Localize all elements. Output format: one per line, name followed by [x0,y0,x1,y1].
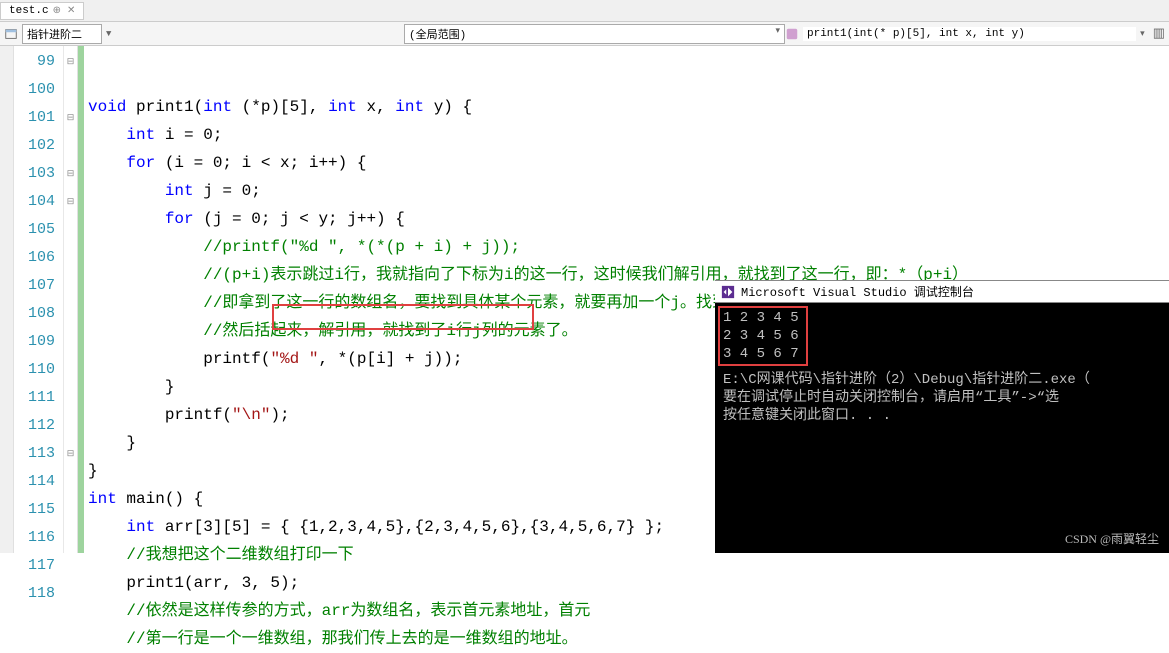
fold-toggle [64,328,77,356]
line-number: 106 [14,244,63,272]
line-number: 117 [14,552,63,580]
line-number: 108 [14,300,63,328]
code-line[interactable]: void print1(int (*p)[5], int x, int y) { [88,93,1169,121]
project-dropdown[interactable]: 指针进阶二 [22,24,102,44]
code-line[interactable]: //第一行是一个一维数组，那我们传上去的是一维数组的地址。 [88,625,1169,653]
line-number: 114 [14,468,63,496]
fold-toggle [64,412,77,440]
line-number: 112 [14,412,63,440]
line-number: 102 [14,132,63,160]
fold-toggle [64,524,77,552]
fold-toggle [64,272,77,300]
toolbar-right: print1(int(* p)[5], int x, int y) ▾ ▥ [785,26,1165,41]
code-line[interactable]: int j = 0; [88,177,1169,205]
fold-toggle [64,244,77,272]
console-hint1: 要在调试停止时自动关闭控制台，请启用“工具”->“选 [723,389,1161,407]
line-number: 107 [14,272,63,300]
margin-strip [0,46,14,553]
fold-toggle[interactable]: ⊟ [64,440,77,468]
console-hint2: 按任意键关闭此窗口. . . [723,407,1161,425]
line-number: 99 [14,48,63,76]
scope-dropdown[interactable]: (全局范围) ▾ [404,24,785,44]
pin-icon[interactable]: ⊕ [53,5,61,17]
code-line[interactable]: for (j = 0; j < y; j++) { [88,205,1169,233]
console-titlebar[interactable]: Microsoft Visual Studio 调试控制台 [715,281,1169,303]
code-line[interactable]: int i = 0; [88,121,1169,149]
line-number: 111 [14,384,63,412]
chevron-down-icon: ▾ [775,26,780,42]
vs-icon [721,285,735,299]
fold-toggle[interactable]: ⊟ [64,104,77,132]
line-number: 100 [14,76,63,104]
project-icon [4,27,18,41]
navigation-toolbar: 指针进阶二 ▼ (全局范围) ▾ print1(int(* p)[5], int… [0,22,1169,46]
code-line[interactable]: //依然是这样传参的方式，arr为数组名，表示首元素地址，首元 [88,597,1169,625]
line-number: 105 [14,216,63,244]
output-highlight-box [718,306,808,366]
split-icon[interactable]: ▥ [1153,26,1165,41]
line-number: 109 [14,328,63,356]
fold-toggle [64,356,77,384]
line-number: 104 [14,188,63,216]
fold-toggle [64,580,77,608]
debug-console: Microsoft Visual Studio 调试控制台 1 2 3 4 52… [715,280,1169,553]
toolbar-left: 指针进阶二 ▼ [4,24,404,44]
fold-strip: ⊟⊟⊟⊟⊟ [64,46,78,553]
console-body: 1 2 3 4 52 3 4 5 63 4 5 6 7 E:\C网课代码\指针进… [715,303,1169,431]
console-title-text: Microsoft Visual Studio 调试控制台 [741,283,974,300]
line-number: 110 [14,356,63,384]
fold-toggle [64,300,77,328]
file-tab[interactable]: test.c ⊕ ✕ [0,2,84,20]
watermark: CSDN @雨翼轻尘 [1065,530,1159,547]
line-number: 103 [14,160,63,188]
function-dropdown[interactable]: print1(int(* p)[5], int x, int y) [803,27,1136,41]
fold-toggle[interactable]: ⊟ [64,160,77,188]
fold-toggle [64,132,77,160]
line-number: 118 [14,580,63,608]
highlight-box [272,304,534,330]
fold-toggle [64,76,77,104]
toolbar-mid: (全局范围) ▾ [404,24,785,44]
fold-toggle[interactable]: ⊟ [64,48,77,76]
line-number: 115 [14,496,63,524]
tab-bar: test.c ⊕ ✕ [0,0,1169,22]
close-icon[interactable]: ✕ [67,5,75,17]
code-line[interactable]: for (i = 0; i < x; i++) { [88,149,1169,177]
line-number-gutter: 9910010110210310410510610710810911011111… [14,46,64,553]
fold-toggle [64,384,77,412]
line-number: 101 [14,104,63,132]
console-output: 1 2 3 4 52 3 4 5 63 4 5 6 7 [723,309,1161,363]
console-path: E:\C网课代码\指针进阶（2）\Debug\指针进阶二.exe（ [723,371,1161,389]
line-number: 116 [14,524,63,552]
fold-toggle [64,468,77,496]
tab-filename: test.c [9,5,49,17]
fold-toggle[interactable]: ⊟ [64,188,77,216]
fold-toggle [64,216,77,244]
code-line[interactable]: print1(arr, 3, 5); [88,569,1169,597]
chevron-down-icon: ▾ [1140,29,1145,39]
dropdown-arrow-icon[interactable]: ▼ [106,29,111,39]
code-line[interactable]: //printf("%d ", *(*(p + i) + j)); [88,233,1169,261]
fold-toggle [64,496,77,524]
fold-toggle [64,552,77,580]
function-icon [785,27,799,41]
line-number: 113 [14,440,63,468]
